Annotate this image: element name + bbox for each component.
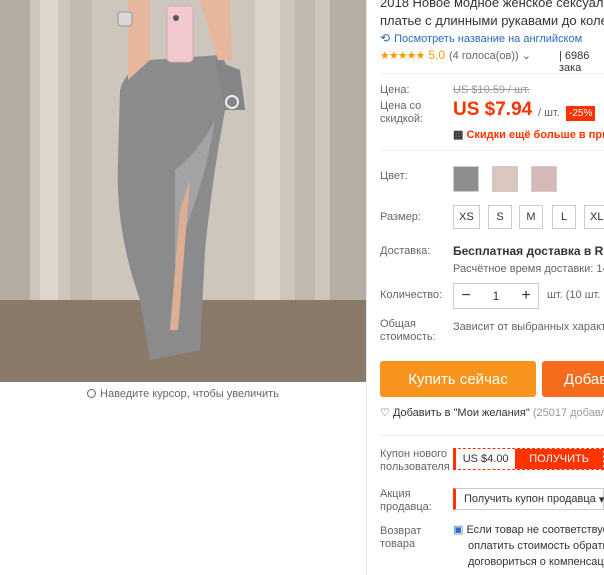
rating-votes[interactable]: (4 голоса(ов)) — [449, 50, 519, 62]
size-option-s[interactable]: S — [488, 205, 512, 229]
returns-line-1: Если товар не соответствуе — [466, 524, 604, 536]
quantity-unit: шт. (10 шт. - — [547, 289, 604, 301]
color-swatch-image-2[interactable] — [492, 166, 518, 192]
delivery-estimate: Расчётное время доставки: 14 — [453, 263, 604, 275]
shield-icon: ▣ — [453, 524, 464, 536]
discount-price-label: Цена со скидкой: — [380, 100, 423, 126]
price-unit: / шт. — [538, 107, 560, 119]
chevron-down-icon[interactable]: ⌄ — [522, 50, 531, 62]
product-image[interactable] — [0, 0, 366, 382]
get-coupon-button[interactable]: ПОЛУЧИТЬ — [515, 449, 603, 469]
qr-code-icon: ▦ — [453, 129, 464, 141]
quantity-stepper[interactable]: − 1 + — [453, 283, 539, 309]
quantity-increase-button[interactable]: + — [514, 287, 538, 305]
orders-count: | 6986 зака — [559, 50, 590, 74]
size-option-xl[interactable]: XL — [584, 205, 604, 229]
buy-now-button[interactable]: Купить сейчас — [380, 361, 536, 397]
color-swatch-gray[interactable] — [453, 166, 479, 192]
returns-label: Возврат товара — [380, 525, 421, 551]
current-price: US $7.94 — [453, 99, 533, 120]
old-price: US $10.59 / шт. — [453, 84, 530, 96]
orders-count-text: 6986 зака — [559, 50, 590, 74]
wishlist-link[interactable]: ♡ Добавить в "Мои желания" (25017 добавл… — [380, 406, 604, 419]
coupon-value: US $4.00 — [462, 453, 509, 465]
product-photo-illustration — [0, 0, 366, 382]
seller-coupon-text[interactable]: Получить купон продавца — [464, 493, 596, 505]
app-discount-text[interactable]: Скидки ещё больше в прил — [466, 129, 604, 141]
product-title: 2018 Новое модное женское сексуальное пл… — [380, 0, 604, 30]
separator — [380, 435, 604, 436]
wishlist-count: (25017 добавле — [532, 407, 604, 419]
product-title-line-1: 2018 Новое модное женское сексуальное — [380, 0, 604, 10]
returns-line-2: оплатить стоимость обратн — [468, 540, 604, 552]
color-label: Цвет: — [380, 170, 408, 182]
seller-promo-label: Акция продавца: — [380, 488, 432, 514]
discount-price-label-1: Цена со — [380, 100, 422, 112]
shipping-label: Доставка: — [380, 245, 431, 257]
seller-promo-label-1: Акция — [380, 488, 411, 500]
translate-link-text[interactable]: Посмотреть название на английском — [394, 33, 582, 45]
translate-link[interactable]: ⟲ Посмотреть название на английском — [380, 31, 582, 45]
size-option-xs[interactable]: XS — [453, 205, 480, 229]
product-title-line-2: платье с длинными рукавами до колен — [380, 13, 604, 28]
color-swatch-image-3[interactable] — [531, 166, 557, 192]
separator — [380, 73, 604, 74]
caret-down-icon: ▾ — [598, 493, 604, 506]
total-label-1: Общая — [380, 318, 416, 330]
discount-badge: -25% — [566, 106, 596, 121]
translate-icon: ⟲ — [380, 31, 391, 45]
zoom-hint-text: Наведите курсор, чтобы увеличить — [100, 388, 279, 400]
returns-line-3: договориться о компенсац — [468, 556, 604, 568]
size-option-l[interactable]: L — [552, 205, 576, 229]
size-option-m[interactable]: M — [519, 205, 543, 229]
returns-label-2: товара — [380, 538, 416, 550]
wishlist-text[interactable]: Добавить в "Мои желания" — [393, 407, 530, 419]
heart-icon: ♡ — [380, 407, 390, 419]
size-label: Размер: — [380, 211, 421, 223]
discount-price-label-2: скидкой: — [380, 113, 424, 125]
rating-score: 5.0 — [428, 48, 445, 62]
search-icon — [87, 389, 97, 398]
new-user-coupon: US $4.00 ПОЛУЧИТЬ — [453, 448, 604, 470]
rating[interactable]: ★★★★★ 5.0 (4 голоса(ов)) ⌄ — [380, 48, 531, 62]
new-user-coupon-label-1: Купон нового — [380, 448, 448, 460]
returns-label-1: Возврат — [380, 525, 422, 537]
returns-info: ▣ Если товар не соответствуе оплатить ст… — [453, 522, 604, 570]
price-label: Цена: — [380, 84, 410, 96]
total-value: Зависит от выбранных характе — [453, 321, 604, 333]
total-label: Общая стоимость: — [380, 318, 436, 344]
new-user-coupon-label-2: пользователя — [380, 461, 450, 473]
star-rating-icon: ★★★★★ — [380, 50, 425, 62]
add-to-cart-button[interactable]: Добав — [542, 361, 604, 397]
column-divider — [366, 0, 367, 575]
separator — [380, 150, 604, 151]
seller-promo-label-2: продавца: — [380, 501, 432, 513]
new-user-coupon-label: Купон нового пользователя — [380, 448, 450, 474]
total-label-2: стоимость: — [380, 331, 436, 343]
quantity-input[interactable]: 1 — [478, 289, 514, 303]
quantity-label: Количество: — [380, 289, 443, 301]
seller-coupon-dropdown[interactable]: Получить купон продавца ▾ — [453, 488, 604, 510]
quantity-decrease-button[interactable]: − — [454, 287, 478, 305]
app-discount-link[interactable]: ▦ Скидки ещё больше в прил — [453, 128, 604, 141]
zoom-hint: Наведите курсор, чтобы увеличить — [0, 388, 366, 400]
shipping-method[interactable]: Бесплатная доставка в Russia — [453, 244, 604, 258]
